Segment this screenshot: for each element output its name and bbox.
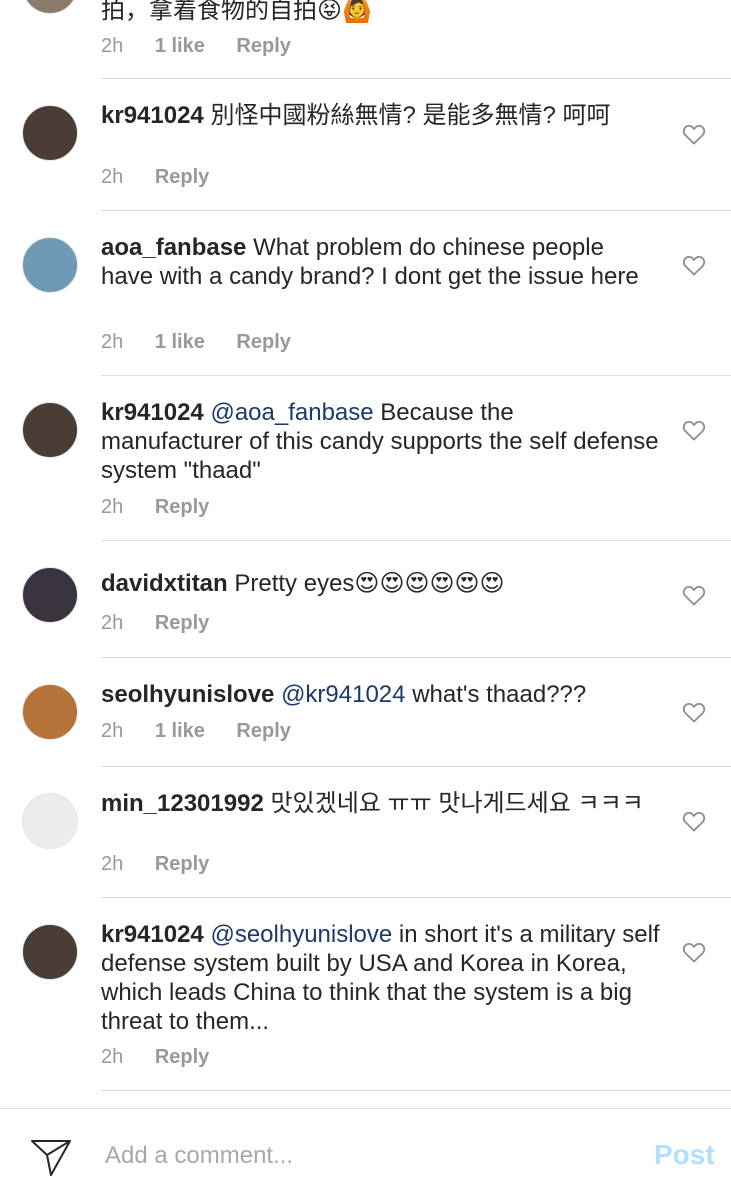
comment-time: 2h bbox=[101, 166, 124, 188]
reply-button[interactable]: Reply bbox=[236, 720, 290, 742]
divider bbox=[101, 540, 731, 541]
like-count[interactable]: 1 like bbox=[155, 720, 205, 742]
comment-body: Pretty eyes😍😍😍😍😍😍 bbox=[234, 570, 505, 597]
heart-icon[interactable] bbox=[682, 701, 706, 723]
comment-time: 2h bbox=[101, 35, 124, 57]
comment-text: davidxtitan Pretty eyes😍😍😍😍😍😍 bbox=[101, 569, 661, 598]
comment-text: seolhyunislove @kr941024 what's thaad??? bbox=[101, 680, 661, 709]
divider bbox=[101, 375, 731, 376]
comment-username[interactable]: min_12301992 bbox=[101, 790, 264, 817]
comment-username[interactable]: seolhyunislove bbox=[101, 681, 274, 708]
divider bbox=[101, 1090, 731, 1091]
avatar[interactable] bbox=[22, 237, 78, 293]
avatar[interactable] bbox=[22, 924, 78, 980]
comment-meta: 2h 1 like Reply bbox=[101, 35, 317, 58]
comment-meta: 2h 1 like Reply bbox=[101, 331, 317, 354]
comment-text: 拍，拿着食物的自拍😝🙆 bbox=[101, 0, 661, 25]
heart-icon[interactable] bbox=[682, 584, 706, 606]
comment-meta: 2h Reply bbox=[101, 166, 235, 189]
comment-meta: 2h 1 like Reply bbox=[101, 720, 317, 743]
comment-time: 2h bbox=[101, 1046, 124, 1068]
reply-button[interactable]: Reply bbox=[155, 1046, 209, 1068]
comment-time: 2h bbox=[101, 612, 124, 634]
reply-button[interactable]: Reply bbox=[236, 331, 290, 353]
avatar[interactable] bbox=[22, 105, 78, 161]
like-count[interactable]: 1 like bbox=[155, 331, 205, 353]
heart-icon[interactable] bbox=[682, 941, 706, 963]
comment-body: 맛있겠네요 ㅠㅠ 맛나게드세요 ㅋㅋㅋ bbox=[270, 790, 644, 817]
comment-time: 2h bbox=[101, 331, 124, 353]
post-button[interactable]: Post bbox=[654, 1139, 715, 1171]
comment-mention[interactable]: @seolhyunislove bbox=[210, 921, 392, 948]
reply-button[interactable]: Reply bbox=[155, 496, 209, 518]
comment-time: 2h bbox=[101, 496, 124, 518]
avatar[interactable] bbox=[22, 0, 78, 14]
avatar[interactable] bbox=[22, 684, 78, 740]
comment-input[interactable] bbox=[103, 1137, 627, 1175]
reply-button[interactable]: Reply bbox=[155, 612, 209, 634]
avatar[interactable] bbox=[22, 567, 78, 623]
comment-time: 2h bbox=[101, 853, 124, 875]
heart-icon[interactable] bbox=[682, 254, 706, 276]
comment-text: kr941024 @seolhyunislove in short it's a… bbox=[101, 920, 661, 1036]
comment-username[interactable]: davidxtitan bbox=[101, 570, 228, 597]
paper-plane-icon[interactable] bbox=[30, 1135, 72, 1177]
comment-time: 2h bbox=[101, 720, 124, 742]
divider bbox=[101, 766, 731, 767]
comment-username[interactable]: aoa_fanbase bbox=[101, 234, 246, 261]
like-count[interactable]: 1 like bbox=[155, 35, 205, 57]
comment-username[interactable]: kr941024 bbox=[101, 399, 204, 426]
reply-button[interactable]: Reply bbox=[236, 35, 290, 57]
comment-body: 拍，拿着食物的自拍😝🙆 bbox=[101, 0, 372, 24]
comment-username[interactable]: kr941024 bbox=[101, 102, 204, 129]
heart-icon[interactable] bbox=[682, 419, 706, 441]
divider bbox=[101, 657, 731, 658]
comment-meta: 2h Reply bbox=[101, 496, 235, 519]
comment-text: min_12301992 맛있겠네요 ㅠㅠ 맛나게드세요 ㅋㅋㅋ bbox=[101, 789, 661, 818]
divider bbox=[101, 210, 731, 211]
comment-text: aoa_fanbase What problem do chinese peop… bbox=[101, 233, 661, 291]
comment-username[interactable]: kr941024 bbox=[101, 921, 204, 948]
comment-text: kr941024 別怪中國粉絲無情? 是能多無情? 呵呵 bbox=[101, 101, 661, 130]
comment-mention[interactable]: @kr941024 bbox=[281, 681, 405, 708]
reply-button[interactable]: Reply bbox=[155, 166, 209, 188]
comment-text: kr941024 @aoa_fanbase Because the manufa… bbox=[101, 398, 661, 485]
avatar[interactable] bbox=[22, 793, 78, 849]
divider bbox=[101, 78, 731, 79]
reply-button[interactable]: Reply bbox=[155, 853, 209, 875]
avatar[interactable] bbox=[22, 402, 78, 458]
heart-icon[interactable] bbox=[682, 123, 706, 145]
comment-meta: 2h Reply bbox=[101, 853, 235, 876]
comment-meta: 2h Reply bbox=[101, 612, 235, 635]
comment-body: 別怪中國粉絲無情? 是能多無情? 呵呵 bbox=[210, 102, 611, 129]
comment-composer: Post bbox=[0, 1108, 731, 1201]
comment-body: what's thaad??? bbox=[412, 681, 587, 708]
comment-meta: 2h Reply bbox=[101, 1046, 235, 1069]
divider bbox=[101, 897, 731, 898]
comment-mention[interactable]: @aoa_fanbase bbox=[210, 399, 373, 426]
heart-icon[interactable] bbox=[682, 810, 706, 832]
